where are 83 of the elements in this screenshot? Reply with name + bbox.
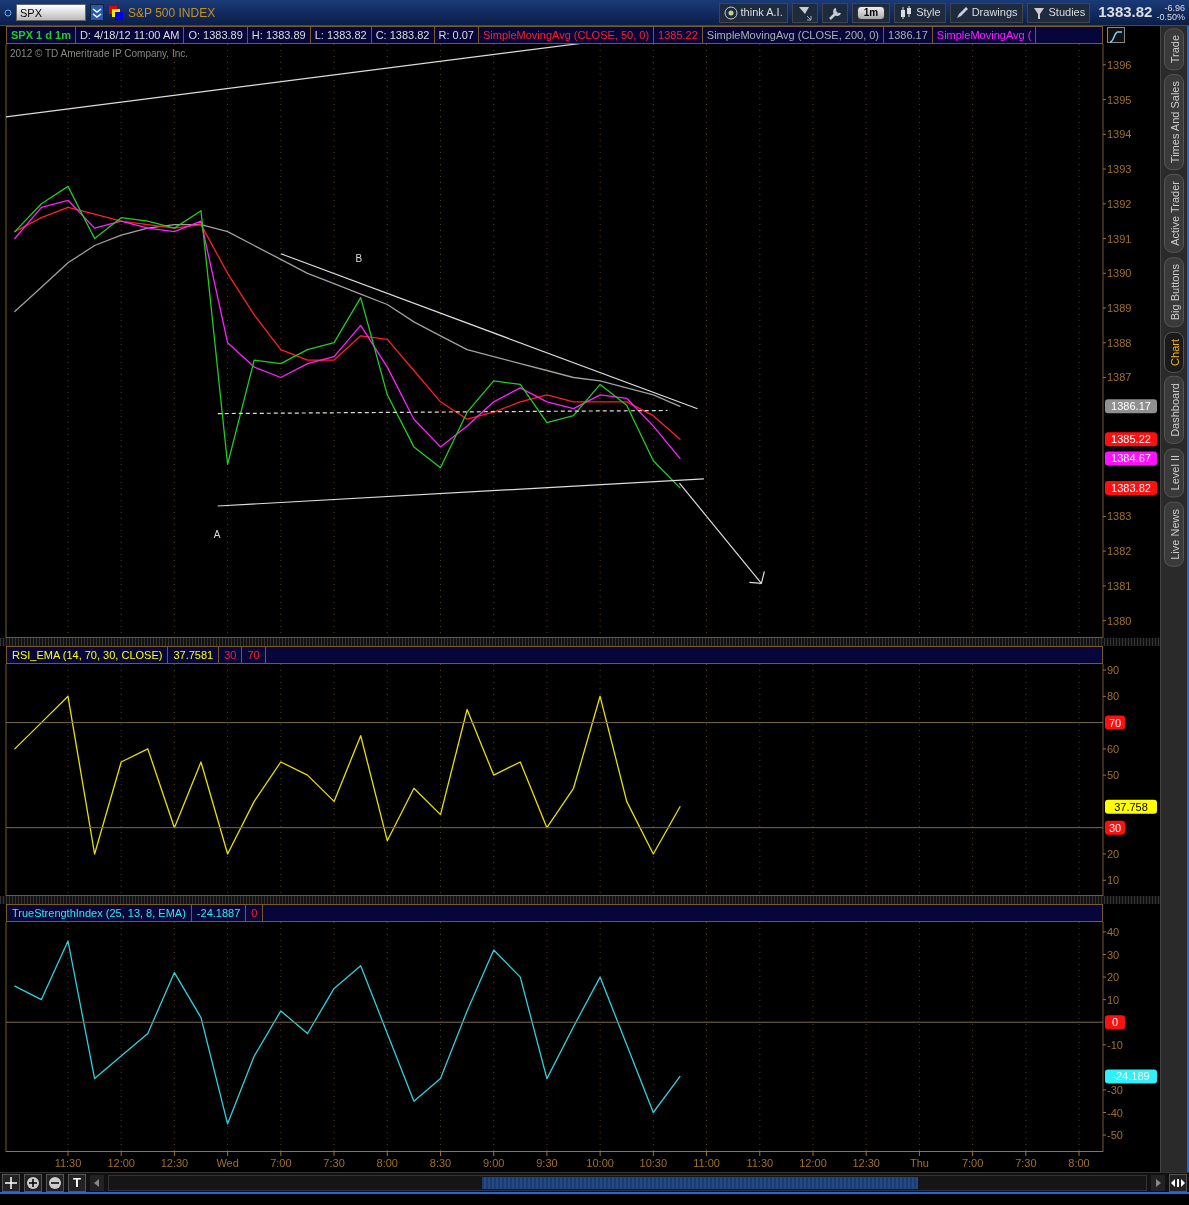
symbol-description: S&P 500 INDEX: [128, 4, 216, 22]
info-value: H: 1383.89: [247, 27, 311, 43]
axis-tick-label: 30: [1107, 948, 1120, 961]
axis-tick-label: 20: [1107, 847, 1120, 860]
axis-tick-label: 1392: [1107, 197, 1132, 210]
legend-item: RSI_EMA (14, 70, 30, CLOSE): [7, 647, 169, 663]
axis-tick-label: 80: [1107, 690, 1120, 703]
info-value: SimpleMovingAvg (: [932, 27, 1037, 43]
axis-tick-label: 1383: [1107, 510, 1132, 523]
axis-tick-label: 1390: [1107, 267, 1132, 280]
info-value: R: 0.07: [434, 27, 479, 43]
time-axis-label: 11:00: [693, 1157, 720, 1169]
time-axis-label: Thu: [909, 1157, 929, 1169]
value-tag: 37.758: [1105, 799, 1157, 814]
axis-tick-label: -50: [1107, 1129, 1123, 1142]
level-tag: 30: [1105, 820, 1125, 835]
time-axis-label: 7:30: [1015, 1157, 1037, 1169]
time-axis-label: 7:00: [270, 1157, 292, 1169]
axis-tick-label: 1381: [1107, 579, 1132, 592]
time-axis-label: 7:30: [323, 1157, 345, 1169]
time-axis-label: 7:00: [961, 1157, 984, 1169]
legend-item: 0: [246, 905, 264, 921]
axis-tick-label: 40: [1107, 925, 1120, 938]
axis-tick-label: 10: [1107, 993, 1120, 1006]
value-tag: 1385.22: [1105, 432, 1157, 447]
time-axis-label: 10:30: [639, 1157, 668, 1169]
info-value: C: 1383.82: [371, 27, 435, 43]
time-axis-label: Wed: [216, 1157, 239, 1169]
point-label: B: [355, 253, 363, 264]
time-axis-label: 12:00: [799, 1157, 827, 1169]
info-value: SimpleMovingAvg (CLOSE, 50, 0): [478, 27, 655, 43]
value-tag: 1386.17: [1105, 399, 1157, 414]
axis-tick-label: 1382: [1107, 545, 1132, 558]
time-axis-label: 12:30: [852, 1157, 880, 1169]
axis-tick-label: 1387: [1107, 371, 1132, 384]
info-value: O: 1383.89: [184, 27, 248, 43]
time-axis-label: 12:00: [107, 1157, 135, 1169]
axis-tick-label: 1393: [1107, 163, 1132, 176]
axis-tick-label: -10: [1107, 1038, 1123, 1051]
copyright-text: 2012 © TD Ameritrade IP Company, Inc.: [10, 48, 188, 59]
info-value: D: 4/18/12 11:00 AM: [75, 27, 185, 43]
axis-tick-label: -30: [1107, 1083, 1123, 1096]
percent-change: -0.50%: [1156, 12, 1185, 22]
point-label: A: [213, 528, 221, 540]
axis-tick-label: 50: [1107, 769, 1120, 782]
axis-tick-label: 60: [1107, 742, 1120, 755]
time-axis-label: 11:30: [746, 1157, 774, 1169]
info-value: L: 1383.82: [310, 27, 372, 43]
value-tag: -24.189: [1105, 1069, 1157, 1084]
info-value: SimpleMovingAvg (CLOSE, 200, 0): [702, 27, 885, 43]
info-value: 1385.22: [654, 27, 703, 43]
level-tag: 0: [1105, 1015, 1125, 1030]
time-axis-label: 8:00: [376, 1157, 398, 1169]
legend-item: 70: [242, 647, 266, 663]
chart-title: SPX 1 d 1m: [7, 27, 76, 43]
value-tag: 1384.67: [1105, 451, 1157, 466]
time-axis-label: 8:30: [429, 1157, 452, 1169]
time-axis-label: 9:30: [536, 1157, 558, 1169]
axis-tick-label: -40: [1107, 1106, 1123, 1119]
axis-tick-label: 1380: [1107, 614, 1132, 627]
time-axis-label: 9:00: [483, 1157, 505, 1169]
axis-tick-label: 10: [1107, 874, 1120, 887]
level-tag: 70: [1105, 715, 1125, 730]
info-value: 1386.17: [884, 27, 933, 43]
axis-tick-label: 20: [1107, 971, 1120, 984]
value-tag: 1383.82: [1105, 480, 1157, 495]
axis-tick-label: 1396: [1107, 58, 1132, 71]
last-price: 1383.82: [1098, 2, 1153, 23]
axis-tick-label: 1388: [1107, 336, 1132, 349]
time-axis-label: 8:00: [1068, 1157, 1090, 1169]
axis-tick-label: 1395: [1107, 93, 1132, 106]
axis-tick-label: 1391: [1107, 232, 1132, 245]
price-change: -6.96: [1164, 3, 1185, 13]
legend-item: TrueStrengthIndex (25, 13, 8, EMA): [7, 905, 192, 921]
legend-item: -24.1887: [191, 905, 247, 921]
axis-tick-label: 90: [1107, 664, 1120, 677]
legend-item: 37.7581: [168, 647, 220, 663]
time-axis-label: 11:30: [54, 1157, 82, 1169]
legend-item: 30: [219, 647, 243, 663]
time-axis-label: 10:00: [586, 1157, 614, 1169]
time-axis-label: 12:30: [160, 1157, 189, 1169]
axis-tick-label: 1394: [1107, 128, 1132, 141]
axis-tick-label: 1389: [1107, 302, 1132, 314]
